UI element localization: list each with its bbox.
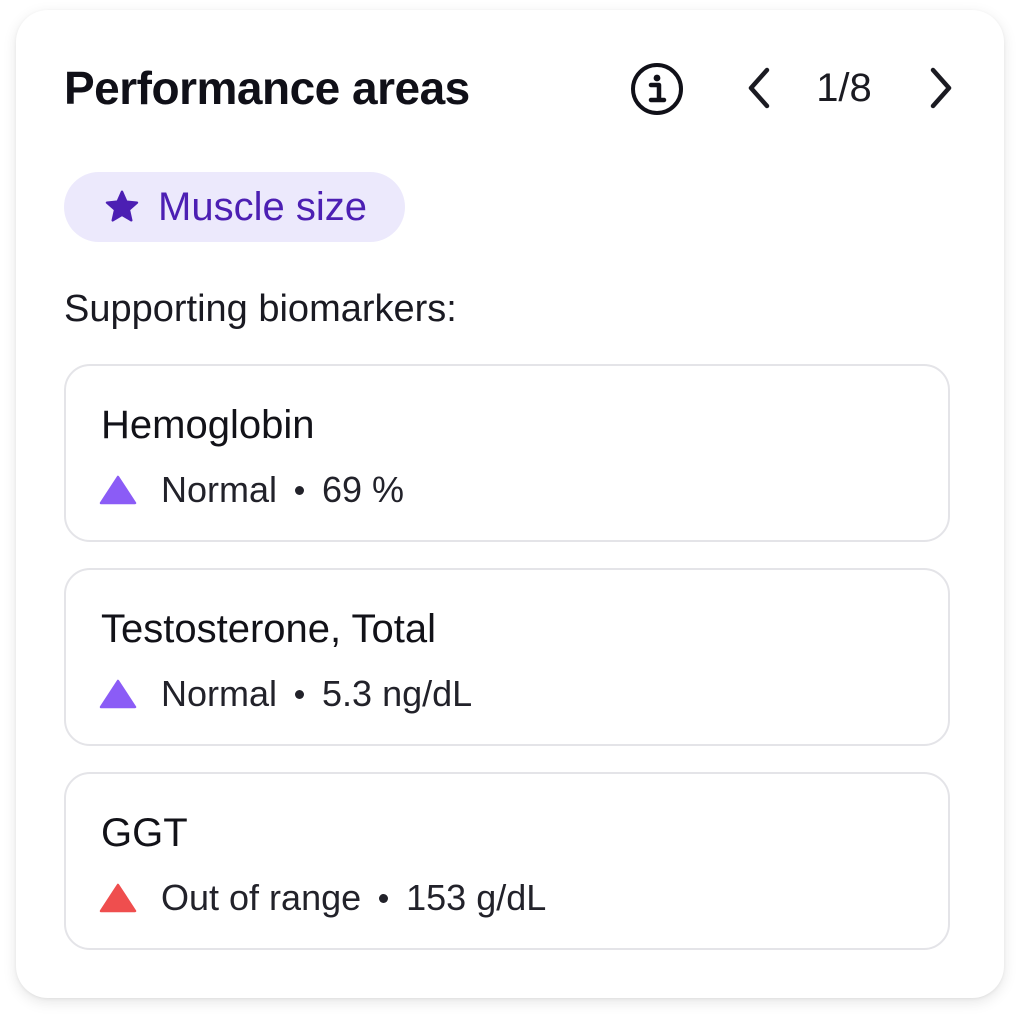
biomarker-value: 5.3 ng/dL [322,673,473,714]
info-icon[interactable] [630,62,684,116]
biomarker-card-hemoglobin[interactable]: Hemoglobin Normal 69 % [64,364,950,542]
chevron-right-icon[interactable] [920,64,960,112]
performance-areas-card: Performance areas 1/8 Muscle size Suppor… [16,10,1004,998]
performance-area-tag: Muscle size [64,172,405,242]
triangle-up-icon [99,883,137,913]
tag-label: Muscle size [158,185,367,229]
biomarker-value: 69 % [322,469,405,510]
separator-dot [295,689,305,699]
page-indicator: 1/8 [816,66,872,110]
biomarker-status-row: Normal 5.3 ng/dL [99,672,472,716]
biomarker-name: Hemoglobin [101,403,315,447]
star-icon [105,190,139,222]
biomarker-status-row: Out of range 153 g/dL [99,876,546,920]
separator-dot [295,485,305,495]
separator-dot [379,893,389,903]
biomarker-name: Testosterone, Total [101,607,437,651]
biomarker-card-testosterone[interactable]: Testosterone, Total Normal 5.3 ng/dL [64,568,950,746]
biomarker-card-ggt[interactable]: GGT Out of range 153 g/dL [64,772,950,950]
biomarker-value: 153 g/dL [406,877,547,918]
card-header: Performance areas 1/8 [64,60,964,116]
biomarker-status: Out of range [161,877,362,918]
biomarker-status: Normal [161,673,278,714]
section-label: Supporting biomarkers: [64,288,457,330]
biomarker-status: Normal [161,469,278,510]
triangle-up-icon [99,475,137,505]
biomarker-status-row: Normal 69 % [99,468,404,512]
triangle-up-icon [99,679,137,709]
card-title: Performance areas [64,62,470,114]
chevron-left-icon[interactable] [740,64,780,112]
biomarker-name: GGT [101,811,188,855]
